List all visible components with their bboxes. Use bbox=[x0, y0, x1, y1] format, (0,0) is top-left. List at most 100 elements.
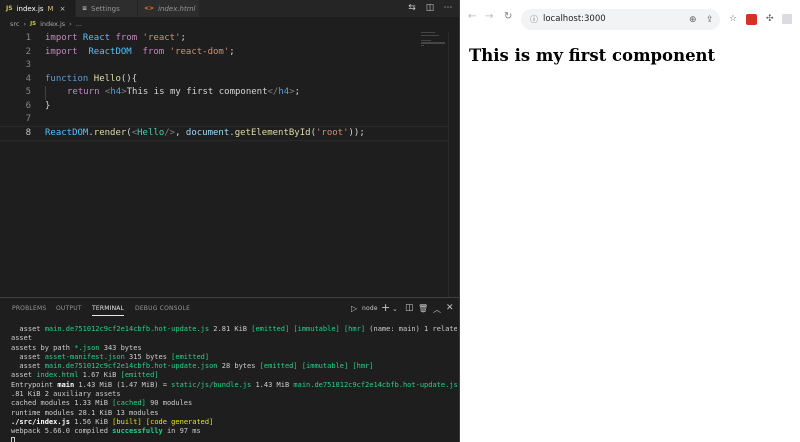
terminal-line: webpack 5.66.0 compiled successfully in … bbox=[11, 427, 201, 436]
editor-tab-bar: JS index.js M × ≡ Settings <> index.html… bbox=[0, 0, 459, 17]
zoom-icon[interactable]: ⊕ bbox=[689, 15, 697, 25]
code-token: function bbox=[45, 73, 89, 84]
tab-output[interactable]: OUTPUT bbox=[56, 305, 82, 312]
tab-terminal[interactable]: TERMINAL bbox=[92, 305, 125, 316]
reload-icon[interactable]: ↻ bbox=[504, 11, 512, 22]
current-code-line: 8 ReactDOM.render(<Hello/>, document.get… bbox=[0, 125, 459, 141]
code-token: ReactDOM bbox=[45, 127, 89, 138]
line-number: 5 bbox=[25, 87, 31, 97]
code-line: 4 function Hello(){ bbox=[0, 73, 459, 87]
split-terminal-icon[interactable]: ◫ bbox=[405, 303, 414, 313]
line-number: 7 bbox=[25, 114, 31, 124]
code-line: 1 import React from 'react'; bbox=[0, 32, 459, 46]
terminal-shell-name[interactable]: node bbox=[362, 305, 378, 312]
bookmark-star-icon[interactable]: ☆ bbox=[729, 14, 737, 24]
code-line: 7 bbox=[0, 113, 459, 127]
page-heading: This is my first component bbox=[469, 46, 716, 65]
terminal-cursor bbox=[11, 436, 15, 442]
close-icon[interactable]: × bbox=[60, 5, 66, 13]
site-info-icon[interactable]: ⓘ bbox=[530, 14, 538, 25]
code-token: return bbox=[67, 87, 100, 97]
share-icon[interactable]: ⇪ bbox=[706, 15, 714, 25]
terminal-line: asset bbox=[11, 334, 33, 343]
line-number: 6 bbox=[25, 100, 31, 111]
breadcrumb-separator: › bbox=[23, 20, 27, 28]
line-number: 2 bbox=[25, 46, 31, 57]
code-token: React bbox=[77, 33, 116, 43]
code-line: 6 } bbox=[0, 100, 459, 114]
tab-debug-console[interactable]: DEBUG CONSOLE bbox=[135, 305, 190, 312]
terminal-line: Entrypoint main 1.43 MiB (1.47 MiB) = st… bbox=[11, 380, 457, 389]
modified-indicator: M bbox=[47, 4, 54, 13]
indent-guide bbox=[45, 86, 46, 100]
breadcrumb-file[interactable]: index.js bbox=[40, 20, 65, 28]
code-token: ; bbox=[180, 33, 186, 43]
code-token: from bbox=[142, 46, 165, 57]
breadcrumb-folder[interactable]: src bbox=[10, 20, 20, 28]
editor-actions: ⇆ ◫ ⋯ bbox=[407, 2, 453, 13]
code-token: import bbox=[45, 33, 78, 43]
terminal-output[interactable]: asset main.de751012c9cf2e14cbfb.hot-upda… bbox=[11, 325, 457, 442]
breadcrumb: src › JS index.js › ... bbox=[10, 18, 82, 30]
code-token: h4 bbox=[110, 87, 122, 97]
terminal-line: asset main.de751012c9cf2e14cbfb.hot-upda… bbox=[11, 325, 457, 333]
trash-icon[interactable]: 🗑 bbox=[418, 304, 428, 313]
code-token: h4 bbox=[278, 87, 290, 97]
terminal-line: asset index.html 1.67 KiB [emitted] bbox=[11, 371, 159, 380]
chevron-down-icon[interactable]: ⌄ bbox=[392, 305, 398, 313]
extensions-puzzle-icon[interactable]: ✣ bbox=[766, 14, 774, 24]
code-token: </ bbox=[267, 87, 279, 97]
code-token: < bbox=[99, 87, 111, 97]
browser-window: ← → ↻ ⓘ localhost:3000 ⊕ ⇪ ☆ ✣ This is m… bbox=[459, 0, 800, 442]
terminal-line: ./src/index.js 1.56 KiB [built] [code ge… bbox=[11, 417, 214, 426]
panel-tab-bar: PROBLEMS OUTPUT TERMINAL DEBUG CONSOLE ▷… bbox=[0, 298, 459, 320]
back-arrow-icon[interactable]: ← bbox=[468, 11, 476, 22]
address-bar[interactable]: ⓘ localhost:3000 ⊕ ⇪ bbox=[521, 9, 720, 30]
code-token: render bbox=[93, 127, 127, 138]
code-token: )); bbox=[348, 127, 365, 138]
code-token: Hello bbox=[88, 73, 121, 84]
tab-label: index.html bbox=[158, 4, 196, 13]
code-editor[interactable]: 1 import React from 'react'; 2 import Re… bbox=[0, 32, 459, 141]
javascript-file-icon: JS bbox=[6, 5, 13, 12]
code-token: ; bbox=[229, 46, 235, 57]
line-number: 3 bbox=[25, 60, 31, 70]
chevron-up-icon[interactable]: ︿ bbox=[433, 304, 441, 315]
code-token: document bbox=[185, 127, 230, 138]
code-token: 'react' bbox=[137, 33, 181, 43]
terminal-line: asset asset-manifest.json 315 bytes [emi… bbox=[11, 352, 210, 361]
forward-arrow-icon[interactable]: → bbox=[485, 11, 493, 22]
open-changes-icon[interactable]: ⇆ bbox=[407, 2, 417, 13]
code-token: Hello bbox=[137, 127, 165, 138]
terminal-line: asset main.de751012c9cf2e14cbfb.hot-upda… bbox=[11, 362, 374, 371]
code-token: from bbox=[115, 33, 138, 43]
more-actions-icon[interactable]: ⋯ bbox=[443, 2, 453, 13]
terminal-line bbox=[11, 436, 457, 442]
terminal-line: .81 KiB 2 auxiliary assets bbox=[11, 390, 121, 399]
code-line: 3 bbox=[0, 59, 459, 73]
minimap[interactable] bbox=[421, 32, 447, 50]
code-token: This is my first component bbox=[126, 87, 268, 97]
profile-icon[interactable] bbox=[782, 14, 792, 24]
line-number: 4 bbox=[25, 73, 31, 84]
code-line: 2 import ReactDOM from 'react-dom'; bbox=[0, 46, 459, 60]
code-token: } bbox=[45, 100, 51, 111]
extension-icon[interactable] bbox=[746, 14, 757, 25]
code-token: getElementById bbox=[234, 127, 311, 138]
tab-index-html[interactable]: <> index.html bbox=[138, 0, 200, 17]
line-number: 1 bbox=[25, 33, 31, 43]
close-panel-icon[interactable]: ✕ bbox=[446, 303, 454, 313]
split-editor-icon[interactable]: ◫ bbox=[425, 2, 435, 13]
tab-problems[interactable]: PROBLEMS bbox=[12, 305, 46, 312]
breadcrumb-symbol[interactable]: ... bbox=[76, 20, 82, 28]
code-token: 'react-dom' bbox=[164, 46, 230, 57]
vscode-window: JS index.js M × ≡ Settings <> index.html… bbox=[0, 0, 459, 442]
code-token: /> bbox=[164, 127, 176, 138]
code-token: 'root' bbox=[315, 127, 349, 138]
tab-settings[interactable]: ≡ Settings bbox=[76, 0, 138, 17]
settings-icon: ≡ bbox=[82, 5, 88, 12]
vertical-scrollbar[interactable] bbox=[448, 32, 459, 297]
add-terminal-icon[interactable]: + bbox=[381, 301, 390, 314]
terminal-line: cached modules 1.33 MiB [cached] 90 modu… bbox=[11, 399, 193, 408]
tab-index-js[interactable]: JS index.js M × bbox=[0, 0, 76, 17]
